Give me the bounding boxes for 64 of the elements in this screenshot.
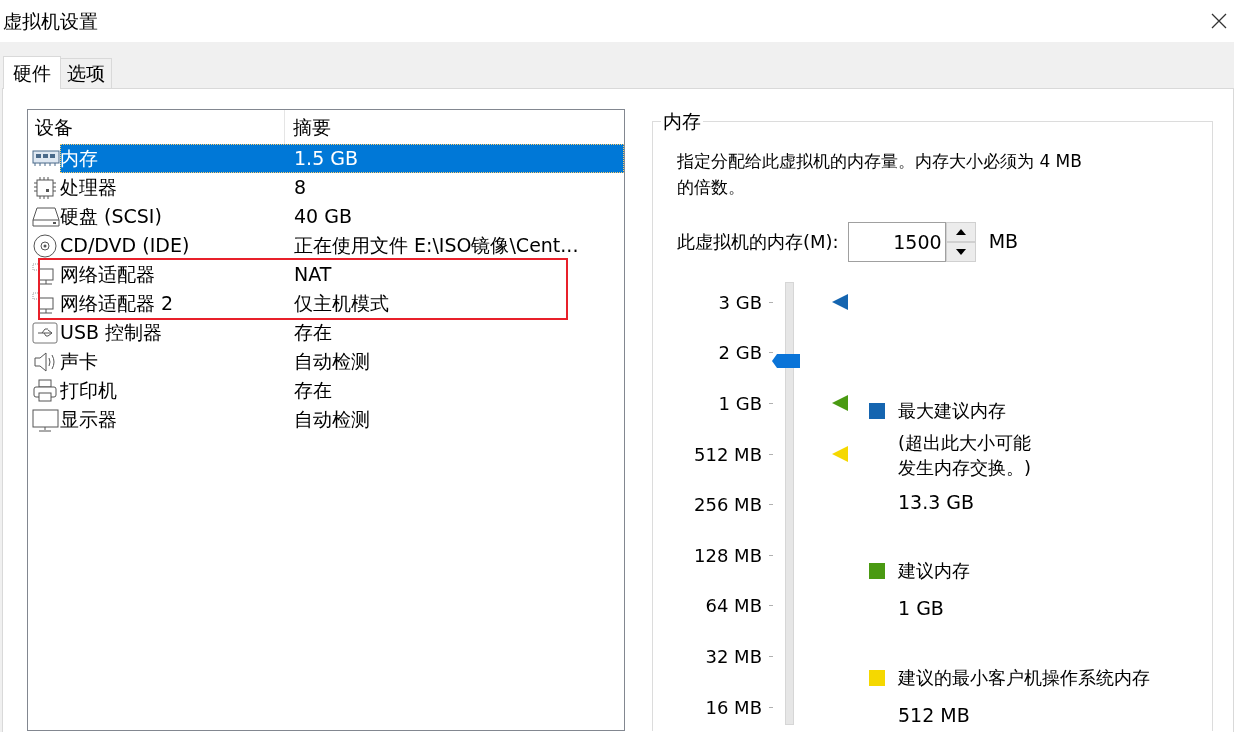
tick-label: 2 GB [718,341,762,366]
legend-note: (超出此大小可能发生内存交换。) [898,431,1033,480]
tab[interactable]: 硬件 [3,56,61,89]
list-row[interactable]: CD/DVD (IDE) 正在使用文件 E:\ISO镜像\Cent... [60,231,624,260]
field-label: 此虚拟机的内存(M): [677,230,839,254]
device-name: USB 控制器 [60,320,164,346]
list-row[interactable]: 显示器 自动检测 [60,405,624,434]
list-row[interactable]: 声卡 自动检测 [60,347,624,376]
device-name: 打印机 [60,378,118,404]
device-summary: 存在 [293,320,332,346]
tick-label: 3 GB [718,290,762,315]
device-summary: 存在 [293,378,332,404]
device-name: 处理器 [60,175,118,201]
memory-input-field[interactable]: 1500 [847,221,946,262]
tick-label: 32 MB [705,644,762,669]
device-summary: 8 [293,175,307,201]
monitor-icon [32,406,60,433]
device-name: CD/DVD (IDE) [60,233,191,259]
list-row[interactable]: 网络适配器 NAT [60,260,624,289]
device-name: 声卡 [60,349,99,375]
window-title: 虚拟机设置 [3,8,98,34]
legend-value: 512 MB [898,703,971,725]
tick-label: 16 MB [705,695,762,720]
list-row[interactable]: 处理器 8 [60,173,624,202]
tab[interactable]: 选项 [61,58,112,88]
device-summary: NAT [293,262,332,288]
legend-title: 建议内存 [898,559,970,583]
tick-label: 1 GB [718,392,762,416]
usb-icon [32,319,60,346]
list-row[interactable]: 网络适配器 2 仅主机模式 [60,289,624,318]
device-name: 网络适配器 [60,262,156,288]
device-name: 显示器 [60,407,118,433]
legend-title: 建议的最小客户机操作系统内存 [898,666,1150,690]
caret-down-icon [955,248,966,255]
list-row[interactable]: 打印机 存在 [60,376,624,405]
device-summary: 正在使用文件 E:\ISO镜像\Cent... [293,233,579,259]
device-summary: 仅主机模式 [293,291,389,317]
column-header[interactable]: 摘要 [285,110,331,144]
printer-icon [32,377,60,404]
device-name: 内存 [60,146,99,172]
legend-value: 1 GB [898,596,945,621]
device-name: 硬盘 (SCSI) [60,204,163,230]
list-row[interactable]: USB 控制器 存在 [60,318,624,347]
spin-up-button[interactable] [945,221,976,242]
tick-label: 256 MB [694,493,762,518]
unit-label: MB [988,229,1019,255]
slider-thumb[interactable] [772,353,800,368]
group-title: 内存 [661,109,703,133]
legend-value: 13.3 GB [898,490,976,515]
description-text: 指定分配给此虚拟机的内存量。内存大小必须为 4 MB 的倍数。 [677,150,1083,199]
legend-title: 最大建议内存 [898,399,1007,423]
device-name: 网络适配器 2 [60,291,175,317]
tick-label: 128 MB [694,543,762,568]
close-icon[interactable] [1210,12,1228,30]
list-row[interactable]: 内存 1.5 GB [60,144,624,173]
device-summary: 1.5 GB [293,146,358,172]
device-summary: 自动检测 [293,407,370,433]
tick-label: 64 MB [705,594,762,619]
device-summary: 40 GB [293,204,352,230]
disc-icon [32,232,60,259]
list-row[interactable]: 硬盘 (SCSI) 40 GB [60,202,624,231]
device-summary: 自动检测 [293,349,370,375]
caret-up-icon [955,228,966,235]
tick-label: 512 MB [694,442,762,467]
